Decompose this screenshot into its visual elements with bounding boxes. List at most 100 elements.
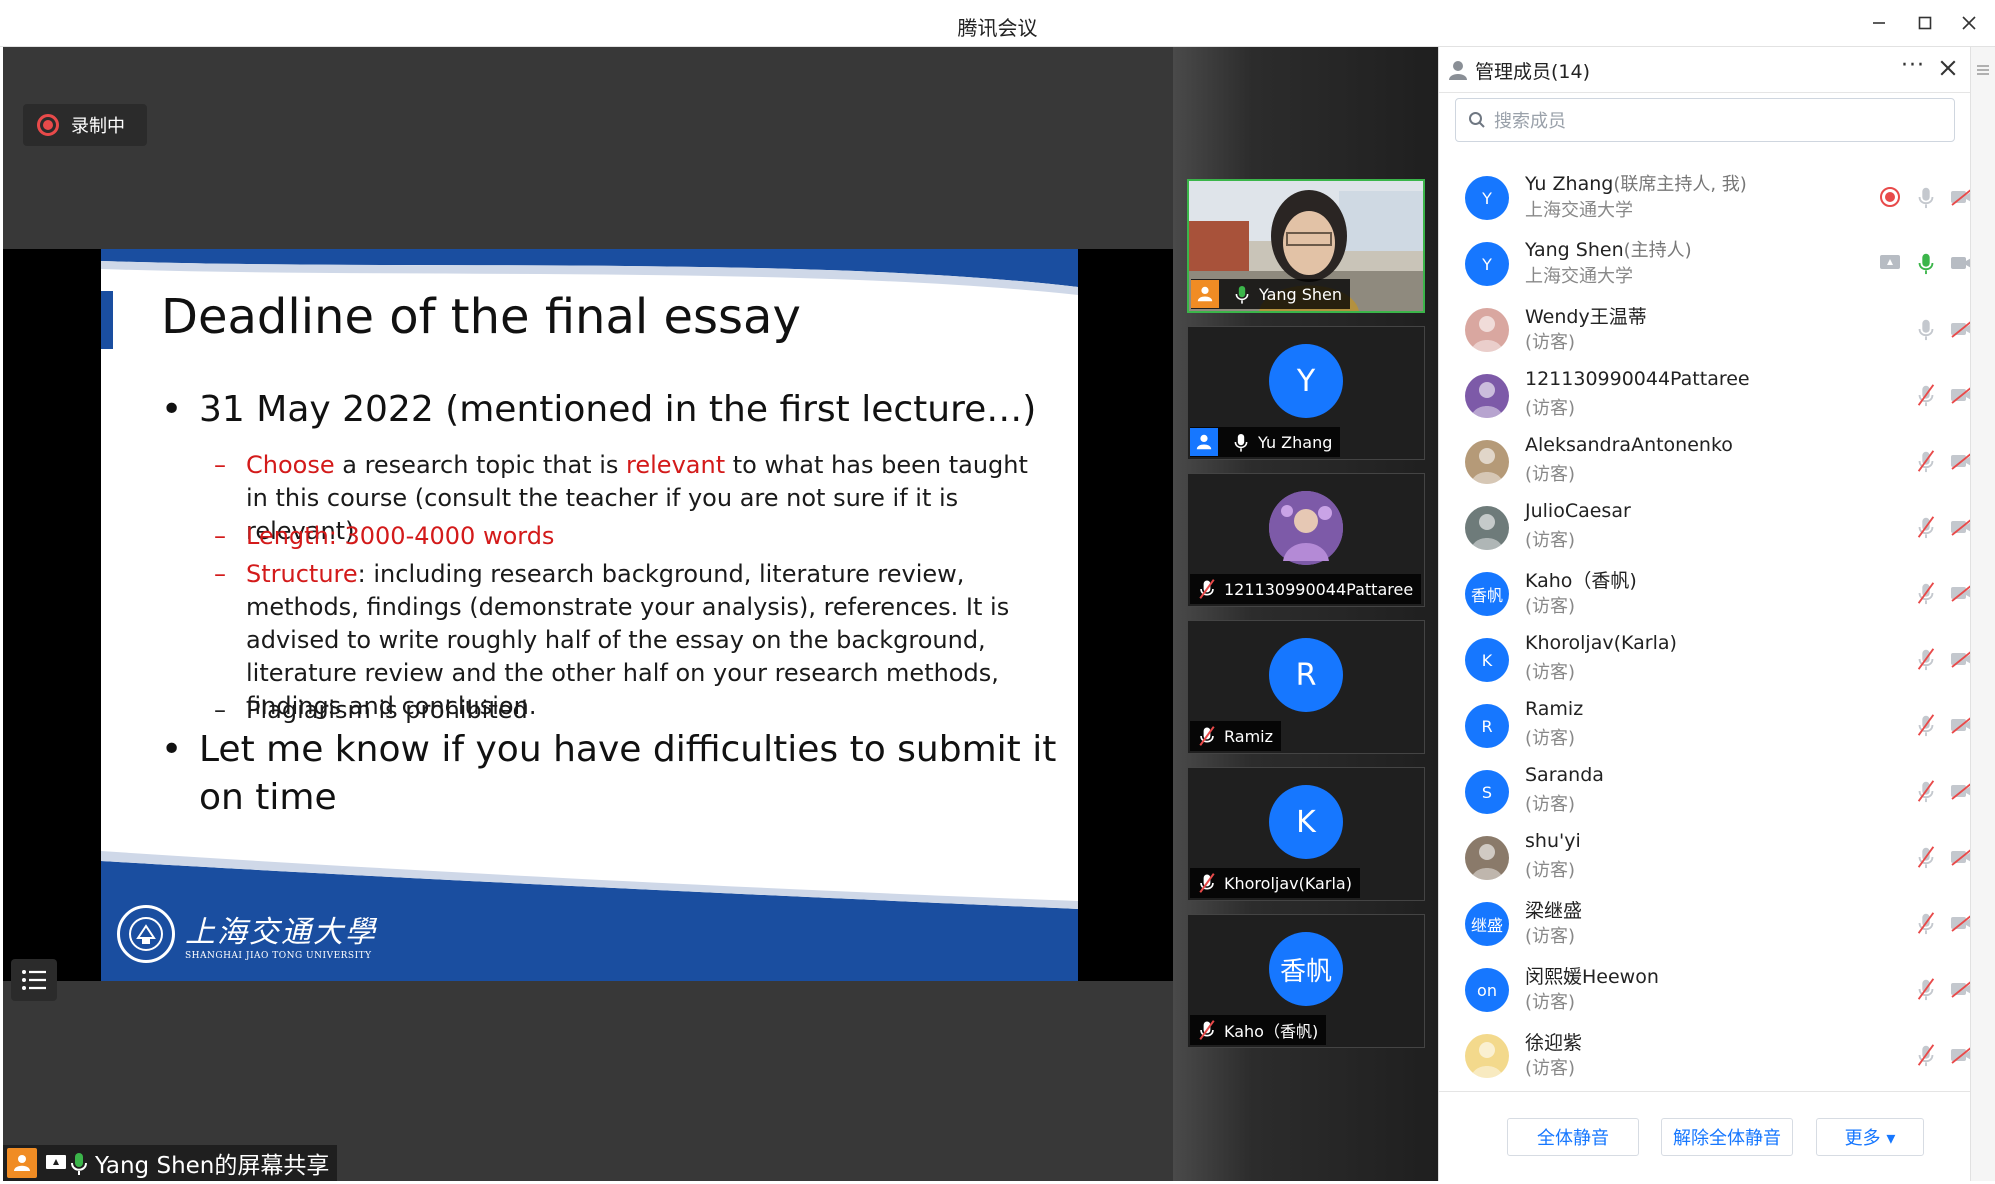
thumbnail-tag: Khoroljav(Karla) <box>1190 868 1360 898</box>
window-title: 腾讯会议 <box>957 16 1038 40</box>
maximize-button[interactable] <box>1908 8 1942 38</box>
mute-all-button[interactable]: 全体静音 <box>1507 1118 1639 1156</box>
member-row[interactable]: Y Yu Zhang(联席主持人, 我) 上海交通大学 <box>1439 166 1973 232</box>
mic-muted-icon[interactable] <box>1913 646 1939 672</box>
mic-muted-icon[interactable] <box>1913 580 1939 606</box>
side-toolbar <box>1970 47 1995 1181</box>
member-row[interactable]: shu'yi (访客) <box>1439 826 1973 892</box>
mic-muted-icon[interactable] <box>1913 1042 1939 1068</box>
text-choose: Choose <box>246 451 335 479</box>
avatar: Y <box>1465 242 1509 286</box>
mic-muted-icon[interactable] <box>1913 910 1939 936</box>
avatar: K <box>1269 785 1343 859</box>
minimize-button[interactable] <box>1862 8 1896 38</box>
avatar: 继盛 <box>1465 902 1509 946</box>
member-role: (联席主持人, 我) <box>1613 174 1747 195</box>
member-row[interactable]: 121130990044Pattaree (访客) <box>1439 364 1973 430</box>
more-options-button[interactable]: 更多 ▾ <box>1816 1118 1924 1156</box>
participant-name: 121130990044Pattaree <box>1224 579 1414 599</box>
member-org: (访客) <box>1525 398 1576 419</box>
close-panel-icon[interactable] <box>1939 59 1957 77</box>
title-bar: 腾讯会议 <box>0 0 1995 47</box>
shared-screen: Deadline of the final essay • 31 May 2022… <box>3 249 1173 981</box>
mic-off-icon[interactable] <box>1913 316 1939 342</box>
mic-off-icon[interactable] <box>1913 184 1939 210</box>
list-icon <box>22 970 46 990</box>
minimize-icon <box>1873 22 1885 24</box>
panel-more-button[interactable]: ··· <box>1901 53 1925 78</box>
member-name: Yang Shen(主持人) <box>1525 239 1692 261</box>
avatar: Y <box>1269 344 1343 418</box>
member-row[interactable]: JulioCaesar (访客) <box>1439 496 1973 562</box>
member-row[interactable]: 徐迎紫 (访客) <box>1439 1024 1973 1090</box>
member-row[interactable]: R Ramiz (访客) <box>1439 694 1973 760</box>
mic-on-icon <box>1231 283 1253 305</box>
mic-muted-icon[interactable] <box>1913 778 1939 804</box>
avatar: S <box>1465 770 1509 814</box>
member-org: 上海交通大学 <box>1525 200 1633 221</box>
member-name: 闵熙媛Heewon <box>1525 966 1659 988</box>
thumbnail-pattaree[interactable]: 121130990044Pattaree <box>1187 473 1425 607</box>
member-row[interactable]: 继盛 梁继盛 (访客) <box>1439 892 1973 958</box>
member-row[interactable]: K Khoroljav(Karla) (访客) <box>1439 628 1973 694</box>
cohost-user-icon <box>1190 428 1218 456</box>
close-window-button[interactable] <box>1952 8 1986 38</box>
menu-icon[interactable] <box>1976 63 1990 77</box>
thumbnail-yang-shen[interactable]: Yang Shen <box>1187 179 1425 313</box>
participant-name: Khoroljav(Karla) <box>1224 873 1352 893</box>
presentation-slide: Deadline of the final essay • 31 May 2022… <box>101 249 1078 981</box>
thumbnail-khoroljav[interactable]: K Khoroljav(Karla) <box>1187 767 1425 901</box>
panel-footer: 全体静音 解除全体静音 更多 ▾ <box>1439 1091 1971 1181</box>
mic-muted-icon[interactable] <box>1913 844 1939 870</box>
avatar-photo <box>1465 308 1509 352</box>
thumbnail-tag: 121130990044Pattaree <box>1190 574 1422 604</box>
search-placeholder: 搜索成员 <box>1494 111 1566 132</box>
mic-muted-icon[interactable] <box>1913 712 1939 738</box>
sub-bullet-choose: – Choose a research topic that is releva… <box>214 451 1028 545</box>
member-name: shu'yi <box>1525 830 1581 852</box>
unmute-all-button[interactable]: 解除全体静音 <box>1661 1118 1793 1156</box>
member-row[interactable]: 香帆 Kaho（香帆) (访客) <box>1439 562 1973 628</box>
title-accent-bar <box>101 291 113 349</box>
member-row[interactable]: AleksandraAntonenko (访客) <box>1439 430 1973 496</box>
host-user-icon <box>1191 280 1219 308</box>
member-row[interactable]: Wendy王温蒂 (访客) <box>1439 298 1973 364</box>
mic-muted-icon[interactable] <box>1913 448 1939 474</box>
slide-title: Deadline of the final essay <box>161 289 801 345</box>
member-row[interactable]: S Saranda (访客) <box>1439 760 1973 826</box>
logo-chinese-name: 上海交通大學 <box>185 915 377 950</box>
thumbnail-yu-zhang[interactable]: Y Yu Zhang <box>1187 326 1425 460</box>
bullet-text: on time <box>199 777 337 818</box>
recording-indicator[interactable]: 录制中 <box>23 104 147 146</box>
thumbnail-kaho[interactable]: 香帆 Kaho（香帆) <box>1187 914 1425 1048</box>
video-thumbnails: Yang Shen Y Yu Zhang 121130990044Pattare… <box>1173 47 1438 1181</box>
thumbnail-tag: Yang Shen <box>1191 279 1351 309</box>
mic-muted-icon[interactable] <box>1913 976 1939 1002</box>
text-length: Length: 3000-4000 words <box>246 522 555 550</box>
mic-muted-icon[interactable] <box>1913 514 1939 540</box>
thumbnail-ramiz[interactable]: R Ramiz <box>1187 620 1425 754</box>
chat-list-button[interactable] <box>11 959 57 1001</box>
bullet-text: Let me know if you have difficulties to … <box>199 729 1057 770</box>
member-search-input[interactable]: 搜索成员 <box>1455 98 1955 142</box>
mic-muted-icon <box>1196 725 1218 747</box>
member-org: (访客) <box>1525 662 1576 683</box>
mic-on-icon[interactable] <box>1913 250 1939 276</box>
member-name: 121130990044Pattaree <box>1525 368 1750 390</box>
member-row[interactable]: on 闵熙媛Heewon (访客) <box>1439 958 1973 1024</box>
mic-muted-icon <box>1196 872 1218 894</box>
mic-muted-icon <box>1196 1019 1218 1041</box>
university-seal-icon <box>117 905 175 963</box>
member-row[interactable]: Y Yang Shen(主持人) 上海交通大学 <box>1439 232 1973 298</box>
member-name: 徐迎紫 <box>1525 1032 1583 1054</box>
member-name: Khoroljav(Karla) <box>1525 632 1677 654</box>
avatar: K <box>1465 638 1509 682</box>
member-org: (访客) <box>1525 992 1576 1013</box>
participant-name: Yu Zhang <box>1258 432 1333 452</box>
mic-muted-icon[interactable] <box>1913 382 1939 408</box>
maximize-icon <box>1918 16 1932 30</box>
avatar-photo <box>1465 374 1509 418</box>
avatar: R <box>1269 638 1343 712</box>
thumbnail-tag: Yu Zhang <box>1190 427 1341 457</box>
member-name: JulioCaesar <box>1525 500 1631 522</box>
